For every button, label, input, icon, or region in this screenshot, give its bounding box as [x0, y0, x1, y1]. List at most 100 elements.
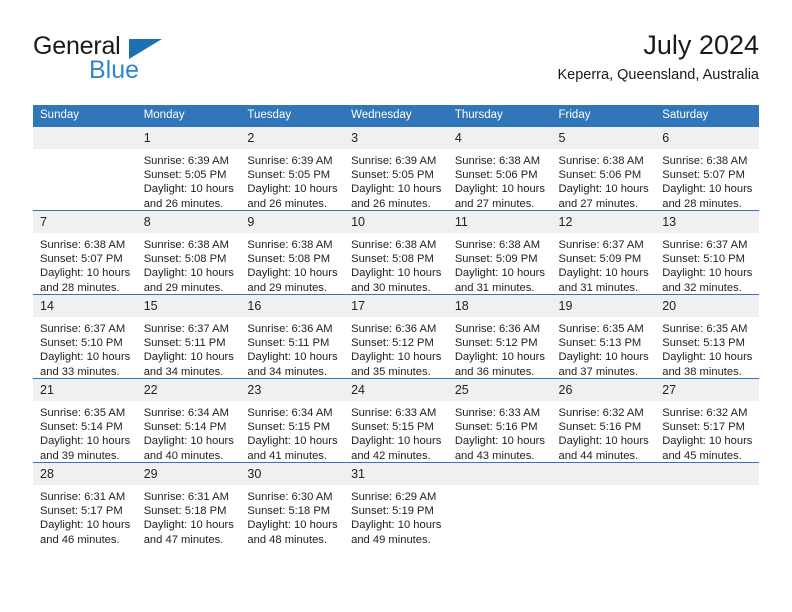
day-details: Sunrise: 6:38 AM Sunset: 5:08 PM Daylight:…: [137, 233, 241, 295]
calendar-day-cell[interactable]: 6 Sunrise: 6:38 AM Sunset: 5:07 PM Daylight…: [655, 127, 759, 211]
day-cell-body: 6 Sunrise: 6:38 AM Sunset: 5:07 PM Daylight…: [655, 127, 759, 210]
daylight-duration-line1: Daylight: 10 hours: [662, 267, 753, 280]
daylight-duration-line2: and 26 minutes.: [143, 197, 224, 210]
sunrise-time: Sunrise: 6:30 AM: [247, 491, 333, 503]
weekday-header-sunday: Sunday: [33, 105, 137, 127]
calendar-day-cell[interactable]: 31 Sunrise: 6:29 AM Sunset: 5:19 PM Dayligh…: [344, 462, 448, 547]
calendar-day-cell[interactable]: 2 Sunrise: 6:39 AM Sunset: 5:05 PM Daylight…: [240, 127, 345, 211]
daylight-duration-line2: and 32 minutes.: [662, 281, 742, 294]
daylight-duration-line1: Daylight: 10 hours: [143, 267, 234, 280]
calendar-week-row: 14 Sunrise: 6:37 AM Sunset: 5:10 PM Dayligh…: [33, 294, 759, 379]
day-details: Sunrise: 6:36 AM Sunset: 5:11 PM Daylight:…: [240, 317, 344, 379]
calendar-day-cell[interactable]: 19 Sunrise: 6:35 AM Sunset: 5:13 PM Dayligh…: [551, 294, 656, 379]
calendar-day-cell[interactable]: 29 Sunrise: 6:31 AM Sunset: 5:18 PM Dayligh…: [136, 462, 241, 546]
daylight-duration-line2: and 48 minutes.: [247, 533, 328, 546]
day-cell-body: 11 Sunrise: 6:38 AM Sunset: 5:09 PM Dayligh…: [447, 211, 552, 295]
day-details: Sunrise: 6:39 AM Sunset: 5:05 PM Daylight:…: [240, 149, 344, 211]
sunset-time: Sunset: 5:14 PM: [40, 421, 123, 434]
day-number: 10: [344, 211, 448, 233]
day-cell-body: 5 Sunrise: 6:38 AM Sunset: 5:06 PM Daylight…: [551, 127, 656, 210]
calendar-day-cell[interactable]: 27 Sunrise: 6:32 AM Sunset: 5:17 PM Dayligh…: [655, 378, 759, 463]
sunset-time: Sunset: 5:12 PM: [454, 337, 538, 350]
sunset-time: Sunset: 5:08 PM: [351, 253, 434, 266]
day-number: 14: [33, 295, 137, 317]
sunset-time: Sunset: 5:13 PM: [558, 337, 642, 350]
calendar-day-cell[interactable]: 14 Sunrise: 6:37 AM Sunset: 5:10 PM Dayligh…: [33, 294, 137, 379]
location-subtitle: Keperra, Queensland, Australia: [557, 67, 759, 83]
day-cell-body: 21 Sunrise: 6:35 AM Sunset: 5:14 PM Dayligh…: [33, 379, 137, 462]
daylight-duration-line2: and 40 minutes.: [143, 449, 224, 462]
day-cell-body: 10 Sunrise: 6:38 AM Sunset: 5:08 PM Dayligh…: [344, 211, 448, 294]
sunset-time: Sunset: 5:09 PM: [558, 253, 642, 266]
calendar-day-cell[interactable]: 18 Sunrise: 6:36 AM Sunset: 5:12 PM Dayligh…: [447, 294, 552, 379]
sunrise-time: Sunrise: 6:35 AM: [558, 323, 644, 335]
calendar-day-cell[interactable]: 21 Sunrise: 6:35 AM Sunset: 5:14 PM Dayligh…: [33, 378, 137, 463]
sunset-time: Sunset: 5:06 PM: [454, 169, 538, 182]
day-details: Sunrise: 6:33 AM Sunset: 5:15 PM Daylight:…: [344, 401, 448, 463]
calendar-day-cell[interactable]: 30 Sunrise: 6:30 AM Sunset: 5:18 PM Dayligh…: [240, 462, 345, 546]
day-number: 20: [655, 295, 759, 317]
daylight-duration-line2: and 26 minutes.: [247, 197, 328, 210]
day-details: Sunrise: 6:39 AM Sunset: 5:05 PM Daylight:…: [344, 149, 448, 211]
weekday-header-thursday: Thursday: [447, 105, 552, 127]
sunset-time: Sunset: 5:07 PM: [40, 253, 123, 266]
day-details: Sunrise: 6:29 AM Sunset: 5:19 PM Daylight:…: [344, 485, 448, 547]
calendar-day-cell[interactable]: 17 Sunrise: 6:36 AM Sunset: 5:12 PM Dayligh…: [344, 294, 448, 379]
daylight-duration-line1: Daylight: 10 hours: [454, 267, 545, 280]
day-number: 7: [33, 211, 137, 233]
calendar-week-row: 7 Sunrise: 6:38 AM Sunset: 5:07 PM Daylight…: [33, 210, 759, 295]
calendar-day-cell[interactable]: 5 Sunrise: 6:38 AM Sunset: 5:06 PM Daylight…: [551, 127, 656, 211]
calendar-day-cell[interactable]: 20 Sunrise: 6:35 AM Sunset: 5:13 PM Dayligh…: [655, 294, 759, 379]
sunset-time: Sunset: 5:15 PM: [351, 421, 434, 434]
sunset-time: Sunset: 5:08 PM: [247, 253, 331, 266]
calendar-day-cell[interactable]: 12 Sunrise: 6:37 AM Sunset: 5:09 PM Dayligh…: [551, 210, 656, 295]
calendar-day-cell[interactable]: 23 Sunrise: 6:34 AM Sunset: 5:15 PM Dayligh…: [240, 378, 345, 463]
calendar-day-cell[interactable]: 4 Sunrise: 6:38 AM Sunset: 5:06 PM Daylight…: [447, 127, 552, 211]
calendar-day-cell[interactable]: 25 Sunrise: 6:33 AM Sunset: 5:16 PM Dayligh…: [447, 378, 552, 463]
day-details: Sunrise: 6:38 AM Sunset: 5:08 PM Daylight:…: [344, 233, 448, 295]
calendar-day-cell[interactable]: 1 Sunrise: 6:39 AM Sunset: 5:05 PM Daylight…: [136, 127, 241, 211]
sunrise-time: Sunrise: 6:39 AM: [247, 155, 333, 167]
calendar-week-row: 1 Sunrise: 6:39 AM Sunset: 5:05 PM Daylight…: [33, 127, 759, 211]
day-details: Sunrise: 6:38 AM Sunset: 5:09 PM Daylight:…: [448, 233, 552, 295]
brand-logo[interactable]: General Blue: [33, 32, 253, 92]
brand-name-blue: Blue: [89, 56, 140, 84]
calendar-day-cell: [655, 462, 759, 546]
day-number: 24: [344, 379, 448, 401]
calendar-table: Sunday Monday Tuesday Wednesday Thursday…: [33, 105, 759, 546]
daylight-duration-line2: and 27 minutes.: [558, 197, 639, 210]
calendar-day-cell[interactable]: 15 Sunrise: 6:37 AM Sunset: 5:11 PM Dayligh…: [136, 294, 241, 379]
sunset-time: Sunset: 5:11 PM: [143, 337, 226, 350]
day-cell-body: 1 Sunrise: 6:39 AM Sunset: 5:05 PM Daylight…: [136, 127, 241, 210]
calendar-day-cell[interactable]: 10 Sunrise: 6:38 AM Sunset: 5:08 PM Dayligh…: [344, 210, 448, 295]
daylight-duration-line2: and 27 minutes.: [454, 197, 535, 210]
daylight-duration-line2: and 39 minutes.: [40, 449, 120, 462]
calendar-day-cell[interactable]: 8 Sunrise: 6:38 AM Sunset: 5:08 PM Daylight…: [136, 210, 241, 295]
daylight-duration-line1: Daylight: 10 hours: [247, 351, 338, 364]
sunset-time: Sunset: 5:14 PM: [143, 421, 227, 434]
daylight-duration-line2: and 26 minutes.: [351, 197, 431, 210]
sunrise-time: Sunrise: 6:31 AM: [40, 491, 126, 503]
daylight-duration-line1: Daylight: 10 hours: [40, 351, 131, 364]
day-number: 22: [136, 379, 241, 401]
weekday-header-wednesday: Wednesday: [344, 105, 448, 127]
sunrise-time: Sunrise: 6:32 AM: [662, 407, 748, 419]
calendar-day-cell[interactable]: 22 Sunrise: 6:34 AM Sunset: 5:14 PM Dayligh…: [136, 378, 241, 463]
calendar-day-cell[interactable]: 11 Sunrise: 6:38 AM Sunset: 5:09 PM Dayligh…: [447, 210, 552, 295]
sunset-time: Sunset: 5:17 PM: [40, 505, 123, 518]
calendar-day-cell[interactable]: 9 Sunrise: 6:38 AM Sunset: 5:08 PM Daylight…: [240, 210, 345, 295]
day-cell-body: 13 Sunrise: 6:37 AM Sunset: 5:10 PM Dayligh…: [655, 211, 759, 294]
day-number: 27: [655, 379, 759, 401]
calendar-day-cell[interactable]: 28 Sunrise: 6:31 AM Sunset: 5:17 PM Dayligh…: [33, 462, 137, 546]
day-cell-body: 9 Sunrise: 6:38 AM Sunset: 5:08 PM Daylight…: [240, 211, 345, 294]
day-number: 30: [240, 463, 345, 485]
sunset-time: Sunset: 5:16 PM: [558, 421, 642, 434]
daylight-duration-line1: Daylight: 10 hours: [662, 435, 753, 448]
calendar-day-cell[interactable]: 26 Sunrise: 6:32 AM Sunset: 5:16 PM Dayligh…: [551, 378, 656, 463]
calendar-day-cell[interactable]: 16 Sunrise: 6:36 AM Sunset: 5:11 PM Dayligh…: [240, 294, 345, 379]
calendar-day-cell[interactable]: 3 Sunrise: 6:39 AM Sunset: 5:05 PM Daylight…: [344, 127, 448, 211]
calendar-day-cell[interactable]: 13 Sunrise: 6:37 AM Sunset: 5:10 PM Dayligh…: [655, 210, 759, 295]
day-number: [33, 127, 137, 149]
calendar-day-cell[interactable]: 7 Sunrise: 6:38 AM Sunset: 5:07 PM Daylight…: [33, 210, 137, 295]
calendar-day-cell[interactable]: 24 Sunrise: 6:33 AM Sunset: 5:15 PM Dayligh…: [344, 378, 448, 463]
